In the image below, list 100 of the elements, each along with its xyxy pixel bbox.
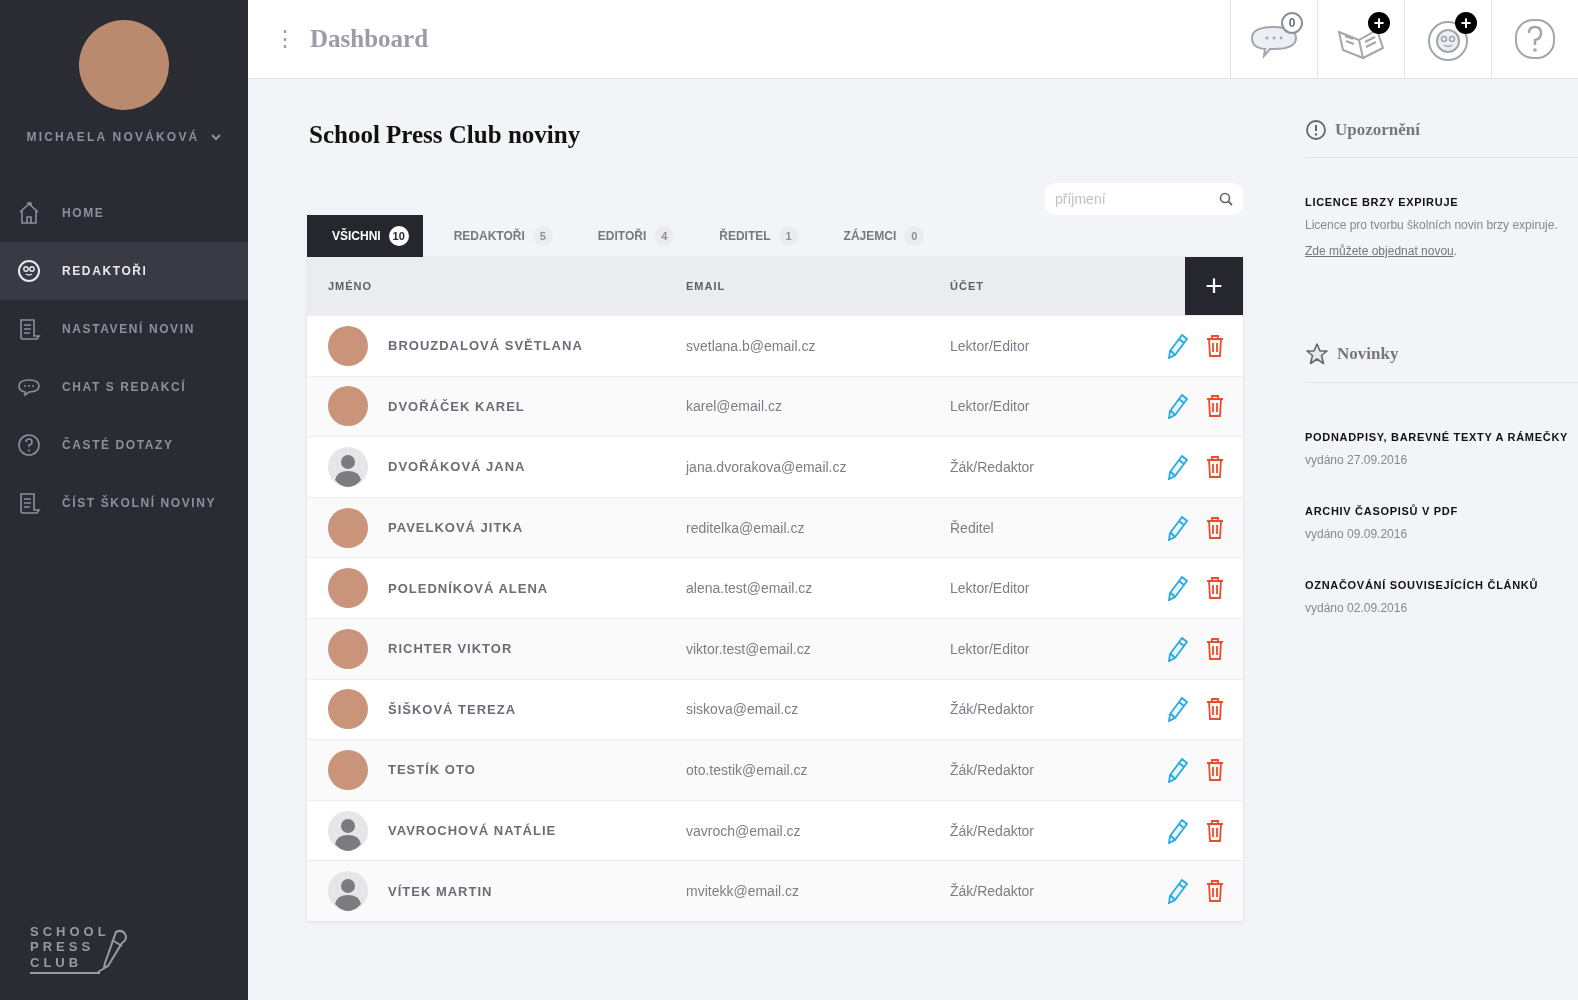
smiley-face-icon [16,258,42,284]
edit-pencil-icon[interactable] [1167,878,1189,905]
avatar-photo-placeholder [328,568,368,609]
filter-tab[interactable]: ŘEDITEL 1 [694,215,813,257]
delete-trash-icon[interactable] [1205,394,1225,419]
email-cell-text: siskova@email.cz [686,701,800,718]
user-name: DVOŘÁKOVÁ JANA [388,459,526,475]
edit-pencil-icon[interactable] [1167,514,1189,541]
user-name: POLEDNÍKOVÁ ALENA [388,580,549,596]
edit-pencil-icon[interactable] [1167,332,1189,359]
notification-badge: 0 [1281,12,1303,34]
email-cell-text: viktor.test@email.cz [686,640,812,657]
user-name: RICHTER VIKTOR [388,641,513,657]
column-header: JMÉNO [327,280,374,292]
nav-item[interactable]: ČÍST ŠKOLNÍ NOVINY [0,474,248,532]
default-avatar-icon [328,447,368,487]
delete-trash-icon[interactable] [1205,879,1225,904]
email-cell-text: alena.test@email.cz [686,580,814,597]
avatar-photo-placeholder [328,507,368,548]
section-title: School Press Club noviny [309,121,582,149]
filter-tab[interactable]: EDITOŘI 4 [572,215,689,257]
notification-badge: + [1368,12,1390,34]
news-link[interactable]: OZNAČOVÁNÍ SOUVISEJÍCÍCH ČLÁNKŮ [1305,579,1569,591]
filter-tab[interactable]: VŠICHNI 10 [307,215,423,257]
edit-pencil-icon[interactable] [1167,756,1189,783]
notice-text: Licence pro tvorbu školních novin brzy expiruje. [1305,218,1559,232]
email-cell-text: svetlana.b@email.cz [686,337,817,354]
toolbar-button[interactable]: 0 [1230,0,1317,78]
delete-trash-icon[interactable] [1205,515,1225,540]
toolbar-button[interactable]: + [1317,0,1404,78]
account-cell-text: Žák/Redaktor [950,459,1036,475]
user-name: VAVROCHOVÁ NATÁLIE [388,823,557,839]
account-cell-text: Ředitel [950,519,995,536]
order-link[interactable]: Zde můžete objednat novou [1305,244,1454,258]
account-cell-text: Lektor/Editor [950,580,1031,597]
email-cell-text: reditelka@email.cz [686,519,806,536]
column-header: ÚČET [950,280,985,292]
nav-item[interactable]: NASTAVENÍ NOVIN [0,300,248,358]
user-name: DVOŘÁČEK KAREL [388,398,525,414]
account-cell-text: Lektor/Editor [950,640,1031,657]
user-name: PAVELKOVÁ JITKA [388,520,524,536]
edit-pencil-icon[interactable] [1167,635,1189,662]
edit-pencil-icon[interactable] [1167,696,1189,723]
news-date: vydáno 27.09.2016 [1305,453,1409,467]
email-cell-text: karel@email.cz [686,398,783,415]
edit-pencil-icon[interactable] [1167,454,1189,480]
news-link[interactable]: PODNADPISY, BAREVNÉ TEXTY A RÁMEČKY [1305,431,1569,443]
add-button[interactable]: + [1185,257,1243,315]
notification-badge: + [1455,12,1477,34]
delete-trash-icon[interactable] [1205,636,1225,661]
user-name: TESTÍK OTO [388,762,476,778]
avatar-photo-placeholder [328,386,368,427]
notice-heading: LICENCE BRZY EXPIRUJE [1305,196,1460,208]
chevron-down-icon [211,133,222,141]
delete-trash-icon[interactable] [1205,576,1225,601]
edit-pencil-icon[interactable] [1167,393,1189,420]
panel-title: Novinky [1337,344,1399,364]
edit-pencil-icon[interactable] [1167,575,1189,602]
delete-trash-icon[interactable] [1205,757,1225,782]
delete-trash-icon[interactable] [1205,455,1225,479]
delete-trash-icon[interactable] [1205,818,1225,843]
email-cell-text: jana.dvorakova@email.cz [686,459,848,475]
user-name: VÍTEK MARTIN [388,883,493,899]
logo: SCHOOL PRESS CLUB [30,923,248,974]
delete-trash-icon[interactable] [1205,333,1225,358]
search-field[interactable]: příjmení [1045,183,1243,215]
default-avatar-icon [328,871,368,912]
user-menu[interactable]: MICHAELA NOVÁKOVÁ [26,130,222,144]
exclamation-icon [1305,119,1327,141]
count-badge: 4 [654,226,675,246]
punctuation: . [1453,244,1458,258]
star-icon [1305,342,1329,366]
user-name: ŠIŠKOVÁ TEREZA [388,701,517,717]
edit-pencil-icon[interactable] [1167,817,1189,844]
count-badge: 1 [778,226,799,246]
avatar-photo-placeholder [328,325,368,366]
nav-item[interactable]: REDAKTOŘI [0,242,248,300]
avatar-photo-placeholder [328,749,368,790]
page-title: Dashboard [310,25,429,53]
nav-item[interactable]: CHAT S REDAKCÍ [0,358,248,416]
avatar-photo-placeholder [328,628,368,669]
nav-item[interactable]: HOME [0,184,248,242]
news-link[interactable]: ARCHIV ČASOPISŮ V PDF [1305,505,1569,517]
filter-tab[interactable]: REDAKTOŘI 5 [428,215,567,257]
panel-title: Upozornění [1335,120,1420,140]
count-badge: 10 [388,226,409,246]
account-cell-text: Lektor/Editor [950,398,1031,415]
delete-trash-icon[interactable] [1205,697,1225,722]
email-cell-text: vavroch@email.cz [686,822,802,839]
email-cell-text: oto.testik@email.cz [686,761,809,778]
account-cell-text: Žák/Redaktor [950,883,1036,900]
question-icon [16,432,42,458]
account-cell-text: Žák/Redaktor [950,761,1036,778]
news-date: vydáno 02.09.2016 [1305,601,1409,615]
menu-button[interactable]: ⋮ [274,26,296,52]
nav-item[interactable]: ČASTÉ DOTAZY [0,416,248,474]
toolbar-button[interactable]: + [1404,0,1491,78]
user-name: BROUZDALOVÁ SVĚTLANA [388,338,583,354]
filter-tab[interactable]: ZÁJEMCI 0 [818,215,939,257]
count-badge: 0 [904,226,925,246]
